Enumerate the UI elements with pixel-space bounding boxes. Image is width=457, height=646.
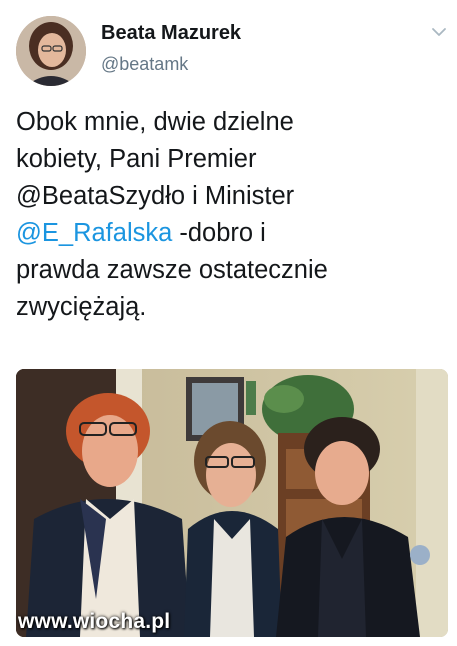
- tweet-photo[interactable]: [16, 369, 448, 637]
- tweet-line-rest: -dobro i: [172, 219, 266, 247]
- watermark: www.wiocha.pl: [18, 610, 171, 633]
- tweet-line: zwyciężają.: [16, 293, 147, 321]
- tweet-line: @BeataSzydło i Minister: [16, 182, 295, 210]
- author-handle[interactable]: @beatamk: [101, 54, 188, 75]
- chevron-down-icon[interactable]: [431, 24, 447, 40]
- author-name[interactable]: Beata Mazurek: [101, 22, 241, 45]
- avatar-image: [16, 16, 86, 86]
- tweet-text: Obok mnie, dwie dzielne kobiety, Pani Pr…: [16, 104, 446, 326]
- photo-image: [16, 369, 448, 637]
- tweet-line: kobiety, Pani Premier: [16, 145, 257, 173]
- tweet-line: prawda zawsze ostatecznie: [16, 256, 328, 284]
- mention-link[interactable]: @E_Rafalska: [16, 219, 172, 247]
- tweet-line: @E_Rafalska -dobro i: [16, 215, 446, 252]
- tweet-line: Obok mnie, dwie dzielne: [16, 108, 294, 136]
- tweet-card: Beata Mazurek @beatamk Obok mnie, dwie d…: [0, 0, 457, 646]
- avatar[interactable]: [16, 16, 86, 86]
